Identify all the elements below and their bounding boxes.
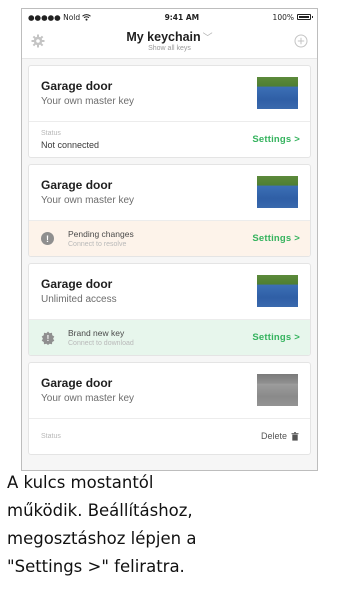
settings-link[interactable]: Settings > bbox=[252, 134, 300, 145]
key-status-row: Status Delete bbox=[29, 418, 310, 454]
key-card-header[interactable]: Garage door Your own master key bbox=[29, 363, 310, 418]
chevron-down-icon: ﹀ bbox=[202, 33, 213, 44]
settings-link[interactable]: Settings > bbox=[252, 233, 300, 244]
delete-label: Delete bbox=[260, 431, 287, 441]
message-title: Pending changes bbox=[68, 229, 134, 239]
phone-screen: ●●●●● Nold 9:41 AM 100% My keychain ﹀ Sh… bbox=[21, 8, 318, 471]
carrier-signal: ●●●●● Nold bbox=[28, 13, 91, 22]
message-block: Brand new key Connect to download bbox=[68, 328, 134, 347]
message-title: Brand new key bbox=[68, 328, 125, 338]
door-photo bbox=[257, 77, 298, 109]
status-block: Status Not connected bbox=[41, 130, 99, 150]
door-photo bbox=[257, 374, 298, 406]
message-block: Pending changes Connect to resolve bbox=[68, 229, 134, 248]
svg-text:!: ! bbox=[47, 334, 50, 343]
status-label: Status bbox=[41, 433, 61, 440]
key-card[interactable]: Garage door Your own master key Status N… bbox=[28, 65, 311, 158]
key-card-header[interactable]: Garage door Your own master key bbox=[29, 165, 310, 220]
battery-icon bbox=[297, 14, 313, 20]
settings-link[interactable]: Settings > bbox=[252, 332, 300, 343]
door-photo bbox=[257, 176, 298, 208]
delete-button[interactable]: Delete bbox=[261, 431, 299, 441]
keychain-selector[interactable]: My keychain ﹀ bbox=[22, 29, 317, 44]
message-subtitle: Connect to download bbox=[68, 340, 134, 347]
key-card[interactable]: Garage door Unlimited access ! Brand new… bbox=[28, 263, 311, 356]
key-card[interactable]: Garage door Your own master key ! Pendin… bbox=[28, 164, 311, 257]
add-circle-icon[interactable] bbox=[294, 34, 308, 48]
new-key-row: ! Brand new key Connect to download Sett… bbox=[29, 319, 310, 355]
key-card[interactable]: Garage door Your own master key Status D… bbox=[28, 362, 311, 455]
status-bar: ●●●●● Nold 9:41 AM 100% bbox=[22, 9, 317, 25]
key-status-row: Status Not connected Settings > bbox=[29, 121, 310, 157]
trash-icon bbox=[291, 431, 299, 441]
carrier-label: ●●●●● Nold bbox=[28, 12, 81, 22]
status-label: Status bbox=[41, 129, 61, 137]
battery-indicator: 100% bbox=[272, 12, 313, 22]
clock: 9:41 AM bbox=[164, 12, 200, 22]
show-all-keys-link[interactable]: Show all keys bbox=[22, 45, 317, 52]
caption-line: megosztáshoz lépjen a bbox=[7, 529, 197, 548]
instruction-caption: A kulcs mostantól működik. Beállításhoz,… bbox=[7, 469, 332, 581]
wifi-icon bbox=[82, 13, 91, 21]
door-photo bbox=[257, 275, 298, 307]
caption-line: működik. Beállításhoz, bbox=[7, 501, 193, 520]
caption-line: A kulcs mostantól bbox=[7, 473, 154, 492]
key-list: Garage door Your own master key Status N… bbox=[22, 59, 317, 455]
new-badge-icon: ! bbox=[41, 331, 55, 345]
nav-bar: My keychain ﹀ Show all keys bbox=[22, 25, 317, 59]
status-value: Not connected bbox=[41, 139, 100, 150]
message-subtitle: Connect to resolve bbox=[68, 241, 127, 248]
pending-changes-row: ! Pending changes Connect to resolve Set… bbox=[29, 220, 310, 256]
status-block: Status bbox=[41, 433, 61, 440]
key-card-header[interactable]: Garage door Unlimited access bbox=[29, 264, 310, 319]
alert-icon: ! bbox=[41, 232, 54, 245]
key-card-header[interactable]: Garage door Your own master key bbox=[29, 66, 310, 121]
page-title: My keychain bbox=[126, 30, 201, 44]
battery-percent: 100% bbox=[272, 12, 294, 22]
caption-line: "Settings >" feliratra. bbox=[7, 557, 185, 576]
